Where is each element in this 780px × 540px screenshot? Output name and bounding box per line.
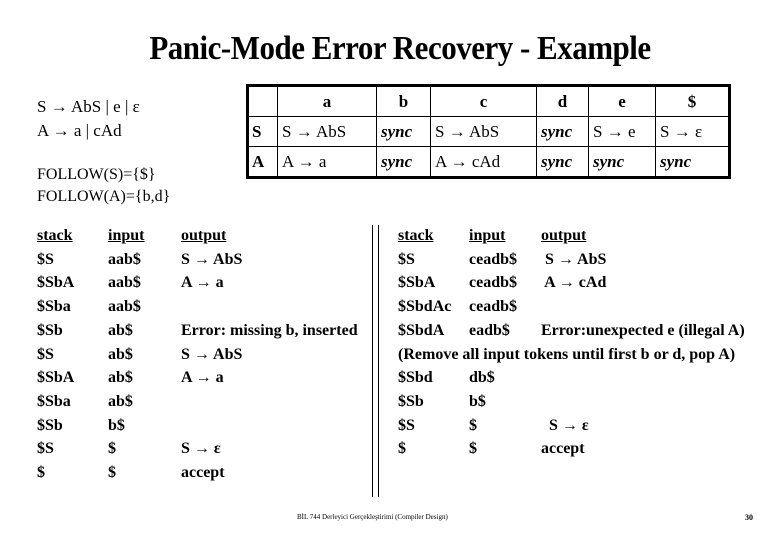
table-cell: A → a: [277, 146, 377, 178]
grammar-rules: S → AbS | e | ε A → a | cAd: [37, 95, 140, 143]
trace-stack: $Sb: [398, 392, 424, 410]
trace-input: $: [469, 416, 477, 434]
trace-output: accept: [541, 440, 585, 458]
trace-stack: $SbA: [37, 274, 75, 292]
footer-course: BİL 744 Derleyici Gerçekleştirimi (Compi…: [297, 513, 448, 521]
trace-stack: $SbdA: [398, 321, 445, 339]
follow-set-s: FOLLOW(S)={$}: [37, 166, 156, 183]
trace-output: A → cAd: [541, 274, 607, 292]
trace-input: $: [108, 440, 116, 458]
trace-input: ab$: [108, 392, 133, 410]
table-cell: S → AbS: [430, 116, 537, 147]
trace-stack: $SbA: [37, 369, 75, 387]
trace-input: aab$: [108, 250, 141, 268]
column-header: $: [655, 85, 730, 117]
trace-stack: $Sba: [37, 392, 71, 410]
table-cell: A → cAd: [430, 146, 537, 178]
trace-stack: $Sb: [37, 321, 63, 339]
row-nonterminal: S: [247, 116, 278, 147]
trace-output: A → a: [181, 274, 224, 292]
page-number: 30: [745, 513, 753, 522]
trace-input: ab$: [108, 321, 133, 339]
trace-stack: $Sba: [37, 298, 71, 316]
trace-input: aab$: [108, 298, 141, 316]
trace-output: accept: [181, 464, 225, 481]
trace-stack: $S: [37, 250, 54, 268]
divider-line: [372, 225, 373, 497]
trace-input: b$: [108, 416, 125, 434]
stack-header: stack: [398, 227, 434, 244]
trace-input: ceadb$: [469, 274, 517, 292]
trace-stack: $S: [398, 416, 415, 434]
output-header: output: [181, 227, 227, 244]
parse-table: a b c d e $ S S → AbS sync S → AbS sync …: [246, 84, 731, 179]
table-cell: S → AbS: [277, 116, 377, 147]
trace-output: A → a: [181, 369, 224, 387]
trace-input: aab$: [108, 274, 141, 292]
trace-stack: $Sbd: [398, 369, 433, 387]
column-header: [247, 85, 278, 117]
table-cell: sync: [376, 116, 431, 147]
input-header: input: [469, 227, 506, 244]
trace-stack: $SbA: [398, 274, 436, 292]
trace-output: S → AbS: [541, 250, 607, 268]
follow-set-a: FOLLOW(A)={b,d}: [37, 188, 171, 205]
parse-table-row: A A → a sync A → cAd sync sync sync: [247, 146, 730, 178]
trace-input: ceadb$: [469, 298, 517, 316]
trace-input: ab$: [108, 345, 133, 363]
column-header: b: [376, 85, 431, 117]
slide-title: Panic-Mode Error Recovery - Example: [149, 28, 651, 67]
trace-stack: $SbdAc: [398, 298, 452, 316]
table-cell: sync: [536, 146, 589, 178]
trace-input: $: [469, 440, 477, 458]
table-cell: sync: [655, 146, 730, 178]
output-header: output: [541, 227, 587, 244]
trace-stack: $S: [37, 345, 54, 363]
trace-input: b$: [469, 392, 486, 410]
column-header: c: [430, 85, 537, 117]
table-cell: sync: [376, 146, 431, 178]
column-header: d: [536, 85, 589, 117]
trace-stack: $: [37, 464, 45, 481]
stack-header: stack: [37, 227, 73, 244]
trace-input: $: [108, 464, 116, 481]
trace-output: S → AbS: [181, 250, 243, 268]
column-header: e: [588, 85, 656, 117]
trace-stack: $: [398, 440, 406, 458]
trace-output: S → AbS: [181, 345, 243, 363]
table-cell: S → e: [588, 116, 656, 147]
parse-table-row: S S → AbS sync S → AbS sync S → e S → ε: [247, 116, 730, 147]
trace-output: S → ε: [181, 440, 221, 458]
table-cell: S → ε: [655, 116, 730, 147]
trace-note: (Remove all input tokens until first b o…: [398, 345, 736, 363]
input-header: input: [108, 227, 145, 244]
trace-input: ceadb$: [469, 250, 517, 268]
trace-stack: $S: [398, 250, 415, 268]
table-cell: sync: [536, 116, 589, 147]
column-header: a: [277, 85, 377, 117]
trace-stack: $Sb: [37, 416, 63, 434]
trace-input: eadb$: [469, 321, 510, 339]
trace-output: Error:unexpected e (illegal A): [541, 321, 745, 339]
row-nonterminal: A: [247, 146, 278, 178]
grammar-rule-s: S → AbS | e | ε: [37, 97, 140, 116]
divider-line: [378, 225, 379, 497]
trace-input: db$: [469, 369, 495, 387]
trace-output: Error: missing b, inserted: [181, 321, 358, 339]
grammar-rule-a: A → a | cAd: [37, 121, 122, 140]
follow-sets: FOLLOW(S)={$} FOLLOW(A)={b,d}: [37, 164, 170, 208]
trace-stack: $S: [37, 440, 54, 458]
table-cell: sync: [588, 146, 656, 178]
parse-table-header: a b c d e $: [247, 85, 730, 117]
trace-input: ab$: [108, 369, 133, 387]
trace-output: S → ε: [541, 416, 589, 434]
